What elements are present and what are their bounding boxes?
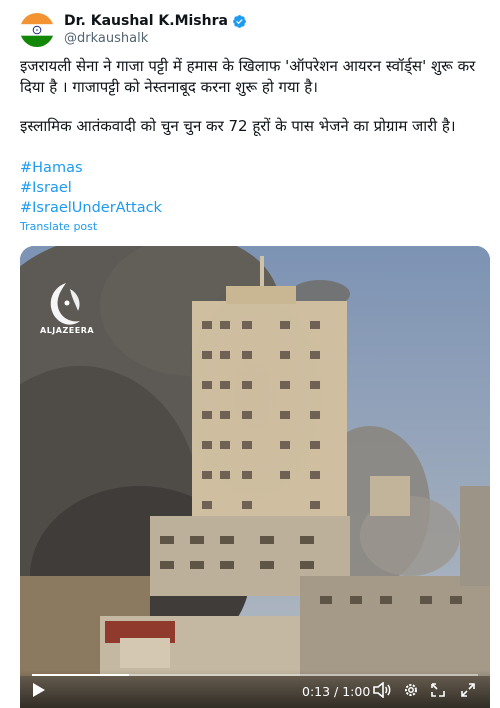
post-paragraph-2: इस्लामिक आतंकवादी को चुन चुन कर 72 हूरों…: [20, 117, 456, 135]
hashtag-israel[interactable]: #Israel: [20, 178, 162, 198]
picture-in-picture-icon[interactable]: [430, 682, 446, 698]
settings-gear-icon[interactable]: [403, 682, 419, 698]
video-player[interactable]: ALJAZEERA 0:13 / 1:00: [20, 246, 490, 708]
author-handle[interactable]: @drkaushalk: [64, 31, 148, 46]
play-icon[interactable]: [32, 682, 46, 698]
translate-post-link[interactable]: Translate post: [20, 220, 97, 233]
video-progress-bar[interactable]: [32, 674, 478, 676]
hashtag-hamas[interactable]: #Hamas: [20, 158, 162, 178]
indian-flag-avatar-icon: [20, 13, 54, 47]
volume-icon[interactable]: [373, 682, 391, 698]
post-paragraph-1: इजरायली सेना ने गाजा पट्टी में हमास के ख…: [20, 57, 476, 96]
post-text: इजरायली सेना ने गाजा पट्टी में हमास के ख…: [20, 56, 482, 137]
avatar[interactable]: [20, 13, 54, 47]
author-name[interactable]: Dr. Kaushal K.Mishra: [64, 13, 228, 29]
aljazeera-watermark: ALJAZEERA: [40, 326, 95, 335]
video-controls: 0:13 / 1:00: [20, 670, 490, 708]
fullscreen-icon[interactable]: [460, 682, 476, 698]
video-progress-fill: [32, 674, 129, 676]
video-time: 0:13 / 1:00: [302, 684, 371, 699]
author-name-row: Dr. Kaushal K.Mishra: [64, 13, 247, 29]
hashtag-israel-under-attack[interactable]: #IsraelUnderAttack: [20, 198, 162, 218]
hashtag-list: #Hamas #Israel #IsraelUnderAttack: [20, 158, 162, 218]
verified-badge-icon: [233, 14, 246, 28]
